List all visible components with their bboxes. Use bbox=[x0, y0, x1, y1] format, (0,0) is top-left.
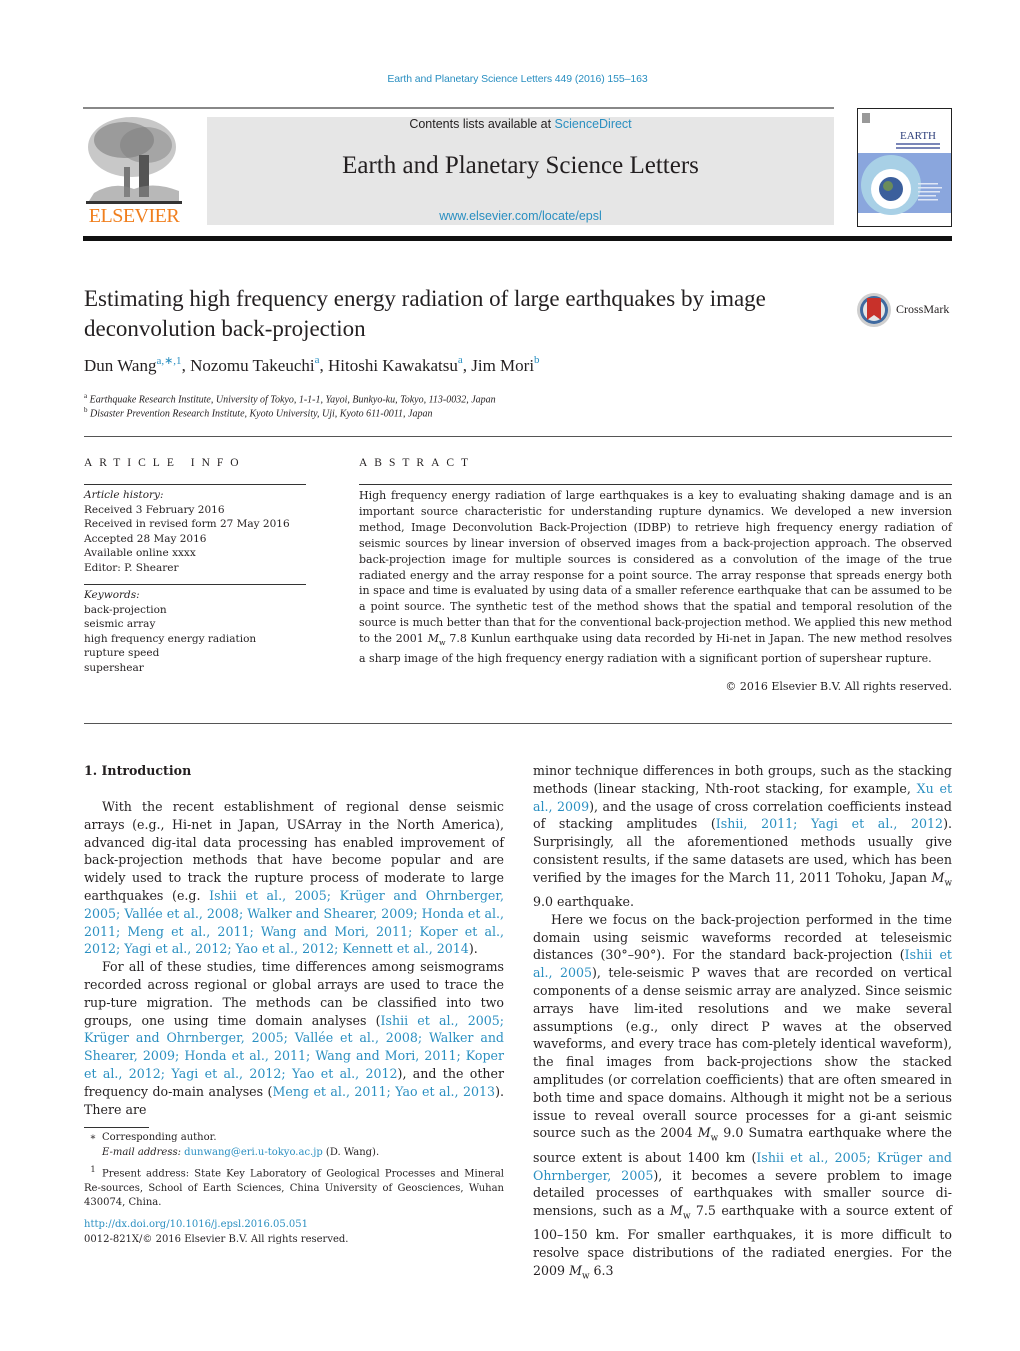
magnitude-subscript: w bbox=[944, 878, 952, 889]
keywords-block: Keywords: back-projection seismic array … bbox=[84, 588, 306, 675]
header-thick-rule bbox=[83, 236, 952, 241]
contents-prefix: Contents lists available at bbox=[409, 117, 555, 131]
top-rule-left bbox=[83, 107, 207, 109]
author-name[interactable]: Dun Wang bbox=[84, 356, 156, 375]
abstract-copyright: © 2016 Elsevier B.V. All rights reserved… bbox=[725, 680, 952, 693]
abstract-text: High frequency energy radiation of large… bbox=[359, 488, 952, 667]
article-info-rule bbox=[84, 484, 306, 485]
keywords-label: Keywords: bbox=[84, 589, 140, 601]
text: ). bbox=[468, 941, 478, 957]
footnote-text: Corresponding author. bbox=[102, 1132, 217, 1143]
crossmark-label: CrossMark bbox=[896, 302, 950, 316]
magnitude-symbol: M bbox=[931, 869, 945, 885]
article-history: Article history: Received 3 February 201… bbox=[84, 488, 306, 575]
magnitude-symbol: M bbox=[697, 1125, 711, 1141]
body-left-column: With the recent establishment of regiona… bbox=[84, 798, 504, 1118]
journal-cover-image[interactable]: EARTH bbox=[857, 108, 952, 227]
keyword: supershear bbox=[84, 661, 144, 674]
affiliation: b Disaster Prevention Research Institute… bbox=[84, 406, 844, 419]
abstract-rule bbox=[359, 484, 952, 485]
journal-reference[interactable]: Earth and Planetary Science Letters 449 … bbox=[0, 73, 1020, 85]
magnitude-subscript: w bbox=[581, 1271, 590, 1282]
history-item: Available online xxxx bbox=[84, 547, 196, 559]
magnitude-symbol: M bbox=[569, 1263, 582, 1279]
citation-link[interactable]: Ishii, 2011; Yagi et al., 2012 bbox=[716, 816, 943, 831]
text: ), tele-seismic P waves that are recorde… bbox=[533, 965, 952, 1141]
keyword: high frequency energy radiation bbox=[84, 632, 257, 645]
section-divider bbox=[84, 723, 952, 724]
author-list: Dun Wanga,∗,1, Nozomu Takeuchia, Hitoshi… bbox=[84, 354, 540, 375]
magnitude-symbol: M bbox=[427, 632, 439, 646]
history-item: Received 3 February 2016 bbox=[84, 503, 225, 516]
body-right-column: minor technique differences in both grou… bbox=[533, 762, 952, 1286]
abstract-text-part: 7.8 Kunlun earthquake using data recorde… bbox=[359, 632, 952, 666]
sciencedirect-link[interactable]: ScienceDirect bbox=[555, 117, 632, 131]
article-info-heading: ARTICLE INFO bbox=[84, 457, 246, 469]
history-item: Editor: P. Shearer bbox=[84, 561, 179, 574]
abstract-text-part: High frequency energy radiation of large… bbox=[359, 489, 952, 646]
email-suffix: (D. Wang). bbox=[322, 1146, 380, 1158]
footnote-corresponding: ∗ Corresponding author. E-mail address: d… bbox=[84, 1131, 504, 1160]
keyword: rupture speed bbox=[84, 647, 160, 659]
top-rule bbox=[207, 107, 834, 109]
contents-line: Contents lists available at ScienceDirec… bbox=[207, 117, 834, 131]
footnote-present-address: 1 Present address: State Key Laboratory o… bbox=[84, 1162, 504, 1211]
paragraph: Here we focus on the back-projection per… bbox=[533, 911, 952, 1286]
article-history-label: Article history: bbox=[84, 489, 164, 501]
paragraph: minor technique differences in both grou… bbox=[533, 762, 952, 911]
author-marks[interactable]: b bbox=[534, 354, 540, 366]
affiliation-text: Earthquake Research Institute, Universit… bbox=[89, 394, 496, 406]
journal-url-link[interactable]: www.elsevier.com/locate/epsl bbox=[207, 209, 834, 223]
paragraph: With the recent establishment of regiona… bbox=[84, 798, 504, 958]
affiliation-mark: a bbox=[84, 392, 88, 400]
history-item: Accepted 28 May 2016 bbox=[84, 532, 207, 545]
citation-link[interactable]: Meng et al., 2011; Yao et al., 2013 bbox=[272, 1084, 495, 1099]
magnitude-symbol: M bbox=[670, 1203, 683, 1219]
author-name[interactable]: Nozomu Takeuchi bbox=[190, 356, 315, 375]
keywords-rule bbox=[84, 584, 306, 585]
section-heading-introduction: 1. Introduction bbox=[84, 763, 192, 778]
affiliation-mark: b bbox=[84, 406, 88, 414]
doi-block: http://dx.doi.org/10.1016/j.epsl.2016.05… bbox=[84, 1218, 348, 1247]
journal-title: Earth and Planetary Science Letters bbox=[342, 152, 699, 179]
footnote-mark: ∗ bbox=[89, 1132, 97, 1143]
author-marks[interactable]: a,∗,1 bbox=[156, 355, 181, 367]
text: Here we focus on the back-projection per… bbox=[533, 911, 952, 963]
history-item: Received in revised form 27 May 2016 bbox=[84, 518, 290, 530]
magnitude-subscript: w bbox=[682, 1211, 691, 1222]
email-link[interactable]: dunwang@eri.u-tokyo.ac.jp bbox=[184, 1147, 323, 1158]
author-marks[interactable]: a bbox=[458, 354, 463, 366]
article-title: Estimating high frequency energy radiati… bbox=[84, 286, 766, 341]
doi-link[interactable]: http://dx.doi.org/10.1016/j.epsl.2016.05… bbox=[84, 1218, 348, 1233]
crossmark-button[interactable]: CrossMark bbox=[856, 292, 956, 328]
crossmark-icon bbox=[857, 293, 891, 327]
footnote-text: Present address: State Key Laboratory of… bbox=[84, 1168, 504, 1209]
author-name[interactable]: Jim Mori bbox=[471, 356, 534, 375]
abstract-heading: ABSTRACT bbox=[359, 457, 476, 469]
email-label: E-mail address: bbox=[102, 1146, 185, 1158]
footnote-rule bbox=[84, 1127, 149, 1128]
paragraph: For all of these studies, time differenc… bbox=[84, 958, 504, 1118]
section-divider bbox=[84, 436, 952, 437]
affiliation-text: Disaster Prevention Research Institute, … bbox=[90, 408, 433, 420]
footnote-mark: 1 bbox=[90, 1164, 96, 1174]
affiliation: a Earthquake Research Institute, Univers… bbox=[84, 392, 844, 405]
author-marks[interactable]: a bbox=[315, 354, 320, 366]
keyword: seismic array bbox=[84, 618, 156, 630]
cover-title: EARTH bbox=[900, 130, 936, 142]
text: 9.0 earthquake. bbox=[533, 894, 634, 910]
magnitude-subscript: w bbox=[438, 638, 446, 648]
author-name[interactable]: Hitoshi Kawakatsu bbox=[328, 356, 458, 375]
text: minor technique differences in both grou… bbox=[533, 763, 952, 796]
elsevier-wordmark: ELSEVIER bbox=[88, 205, 180, 227]
text: 6.3 bbox=[589, 1263, 614, 1279]
issn-copyright: 0012-821X/© 2016 Elsevier B.V. All right… bbox=[84, 1233, 349, 1245]
keyword: back-projection bbox=[84, 603, 167, 616]
